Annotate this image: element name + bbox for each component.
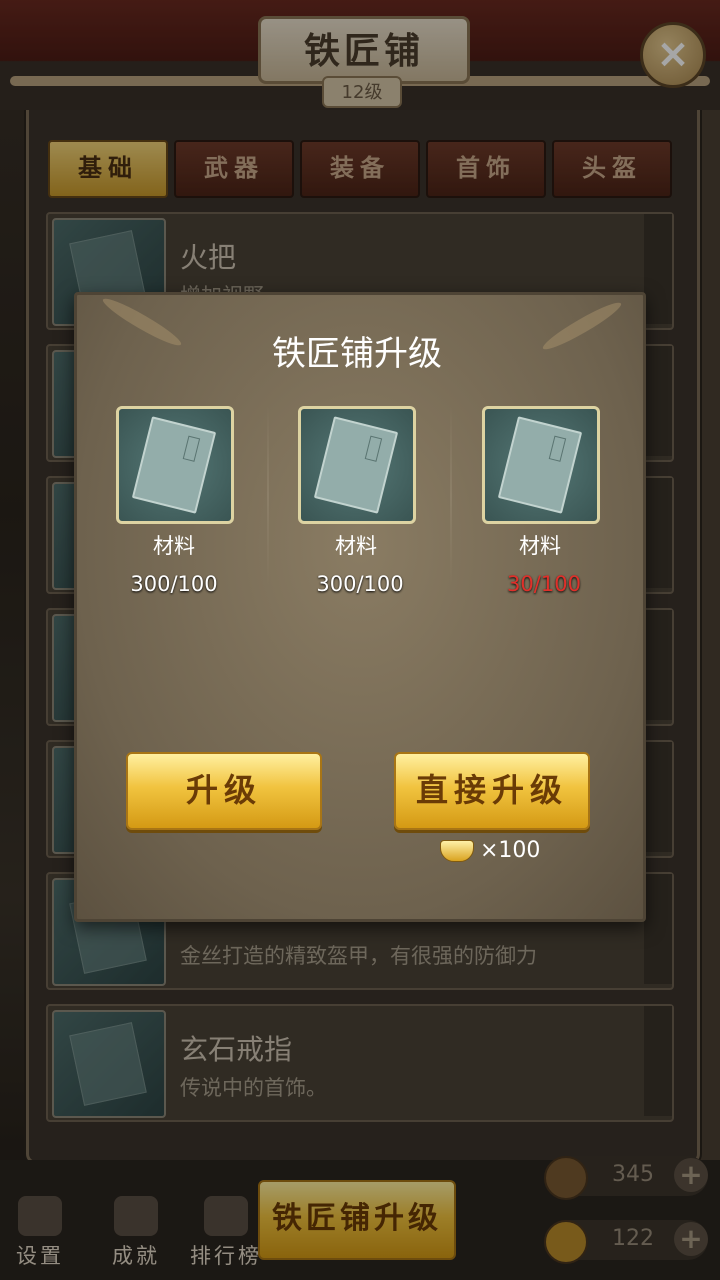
direct-upgrade-button[interactable]: 直接升级: [394, 752, 590, 830]
material-name: 材料: [153, 534, 195, 558]
material-count: 300/100: [316, 572, 404, 596]
material-slot-2[interactable]: [298, 406, 416, 524]
book-label: [548, 435, 567, 462]
divider: [267, 406, 269, 586]
gold-ingot-icon: [440, 840, 474, 862]
material-slot-3[interactable]: [482, 406, 600, 524]
dialog-title: 铁匠铺升级: [272, 334, 442, 374]
upgrade-button[interactable]: 升级: [126, 752, 322, 830]
material-count-insufficient: 30/100: [507, 572, 581, 596]
material-name: 材料: [519, 534, 561, 558]
material-slot-1[interactable]: [116, 406, 234, 524]
book-icon: [313, 416, 399, 514]
direct-upgrade-cost: ×100: [480, 838, 541, 863]
book-label: [182, 435, 201, 462]
material-count: 300/100: [130, 572, 218, 596]
book-icon: [131, 416, 217, 514]
divider: [450, 406, 452, 586]
book-label: [364, 435, 383, 462]
book-icon: [497, 416, 583, 514]
material-name: 材料: [335, 534, 377, 558]
